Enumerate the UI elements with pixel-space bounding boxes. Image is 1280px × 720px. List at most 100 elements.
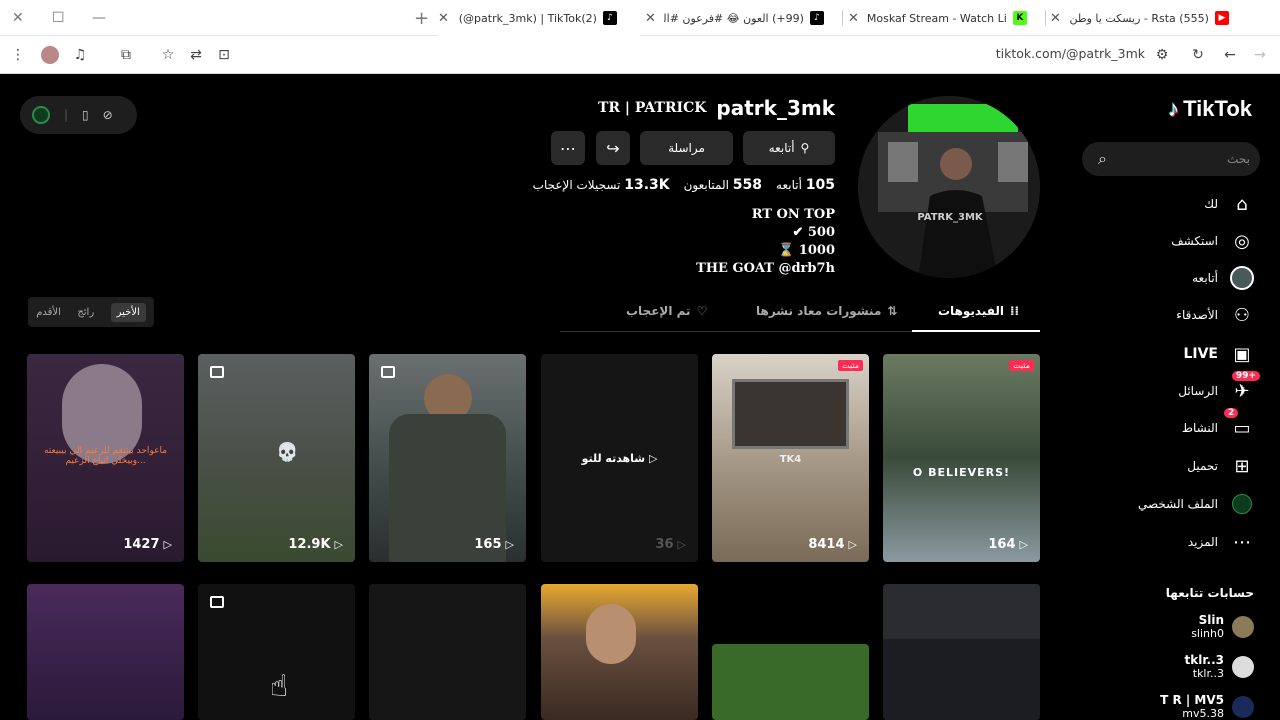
tab-tiktok-profile[interactable]: ✕ TR | PATRICK (@patrk_3mk) | TikTok(2) … bbox=[438, 0, 640, 36]
url-field[interactable]: tiktok.com/@patrk_3mk bbox=[996, 46, 1145, 61]
nav-upload[interactable]: تحميل ⊞ bbox=[1187, 454, 1254, 478]
nav-friends[interactable]: الأصدقاء ⚇ bbox=[1176, 303, 1254, 327]
kick-favicon-icon: K bbox=[1012, 11, 1027, 25]
more-options-icon[interactable]: ⋯ bbox=[551, 131, 585, 165]
profile-name: TR | PATRICK patrk_3mk bbox=[598, 96, 835, 120]
heart-icon: ♡ bbox=[696, 304, 708, 318]
following-button[interactable]: أتابعه ⚲ bbox=[743, 131, 835, 165]
sidebar: ♪ TikTok ⌕ بحث لك ⌂ استكشف ◎ أتابعه الأص… bbox=[1080, 74, 1280, 720]
profile-tabs: تم الإعجاب ♡ منشورات معاد نشرها ⇅ الفيدي… bbox=[560, 300, 1040, 332]
messages-badge: 99+ bbox=[1231, 371, 1260, 381]
device-controls: | ▯ ⊘ bbox=[20, 96, 137, 134]
avatar bbox=[1232, 696, 1254, 718]
play-icon: ▷ bbox=[677, 538, 686, 551]
translate-icon[interactable]: ⇄ bbox=[186, 45, 206, 65]
nav-explore[interactable]: استكشف ◎ bbox=[1171, 229, 1254, 253]
nav-live[interactable]: LIVE ▣ bbox=[1183, 342, 1254, 366]
nav-following[interactable]: أتابعه bbox=[1192, 266, 1254, 290]
photo-icon bbox=[381, 366, 395, 378]
video-card[interactable]: ☝ bbox=[198, 584, 355, 720]
photo-icon bbox=[210, 596, 224, 608]
close-tab-icon[interactable]: ✕ bbox=[438, 11, 449, 26]
tab-tiktok-video[interactable]: ✕ (99+) العون 😂 #فرعون #العون ♪ bbox=[645, 0, 840, 36]
video-card[interactable]: شاهدته للتو ▷ 36 ▷ bbox=[541, 354, 698, 562]
friends-icon: ⚇ bbox=[1233, 304, 1251, 326]
play-icon: ▷ bbox=[334, 538, 343, 551]
search-icon[interactable]: ⌕ bbox=[1098, 149, 1107, 169]
profile-avatar[interactable]: PATRK_3MK bbox=[858, 96, 1040, 278]
tab-reposts[interactable]: منشورات معاد نشرها ⇅ bbox=[756, 304, 897, 318]
video-card[interactable] bbox=[883, 584, 1040, 720]
video-card[interactable] bbox=[27, 584, 184, 720]
nav-messages[interactable]: الرسائل ✈ 99+ bbox=[1178, 371, 1260, 403]
view-count: 164 ▷ bbox=[988, 537, 1028, 552]
close-tab-icon[interactable]: ✕ bbox=[645, 11, 656, 26]
play-icon: ▷ bbox=[848, 538, 857, 551]
nav-for-you[interactable]: لك ⌂ bbox=[1204, 192, 1254, 216]
compass-icon[interactable]: ⊘ bbox=[103, 108, 113, 122]
reload-icon[interactable]: ↻ bbox=[1188, 45, 1208, 65]
sort-latest[interactable]: الأخير bbox=[110, 302, 146, 322]
video-card[interactable]: 165 ▷ bbox=[369, 354, 526, 562]
video-card[interactable]: مثبت TK4 8414 ▷ bbox=[712, 354, 869, 562]
live-icon: ▣ bbox=[1233, 343, 1251, 365]
likes-count: 13.3K تسجيلات الإعجاب bbox=[532, 177, 670, 193]
tab-videos[interactable]: الفيديوهات ⁞⁞ bbox=[938, 304, 1019, 318]
view-count: 12.9K ▷ bbox=[288, 537, 343, 552]
nav-profile[interactable]: الملف الشخصي bbox=[1138, 492, 1254, 516]
grid-icon: ⁞⁞ bbox=[1010, 304, 1020, 318]
followers-count[interactable]: 558 المتابعون bbox=[684, 177, 762, 193]
view-count: 36 ▷ bbox=[655, 537, 686, 552]
bookmark-star-icon[interactable]: ☆ bbox=[158, 45, 178, 65]
menu-dots-icon[interactable]: ⋮ bbox=[8, 45, 28, 65]
compass-icon: ◎ bbox=[1234, 230, 1250, 252]
close-window-icon[interactable]: ✕ bbox=[12, 0, 24, 36]
following-count[interactable]: 105 أتابعه bbox=[776, 177, 835, 193]
back-arrow-icon[interactable]: ← bbox=[1220, 45, 1240, 65]
search-input[interactable]: ⌕ بحث bbox=[1082, 142, 1260, 176]
install-app-icon[interactable]: ⊡ bbox=[214, 45, 234, 65]
close-tab-icon[interactable]: ✕ bbox=[1050, 11, 1061, 26]
video-card[interactable] bbox=[369, 584, 526, 720]
profile-avatar-icon[interactable] bbox=[40, 45, 60, 65]
forward-arrow-icon[interactable]: → bbox=[1250, 45, 1270, 65]
video-card[interactable]: 💀 12.9K ▷ bbox=[198, 354, 355, 562]
sort-oldest[interactable]: الأقدم bbox=[36, 307, 61, 318]
hand-icon: ☝ bbox=[270, 669, 289, 704]
username: patrk_3mk bbox=[716, 96, 835, 120]
video-card[interactable]: مثبت O BELIEVERS! 164 ▷ bbox=[883, 354, 1040, 562]
site-settings-icon[interactable]: ⚙ bbox=[1152, 45, 1172, 65]
tiktok-logo[interactable]: ♪ TikTok bbox=[1168, 96, 1252, 122]
share-icon[interactable]: ↪ bbox=[596, 131, 630, 165]
pinned-badge: مثبت bbox=[1009, 360, 1034, 371]
sort-popular[interactable]: رائج bbox=[77, 307, 94, 318]
tab-youtube[interactable]: ✕ (555) Rsta - ريسكت يا وطن | Pr ▶ bbox=[1050, 0, 1245, 36]
video-card[interactable]: ماعواحد بينتقم للزعيم الي بيبيعته وبيخلي… bbox=[27, 354, 184, 562]
close-tab-icon[interactable]: ✕ bbox=[848, 11, 859, 26]
video-card[interactable] bbox=[541, 584, 698, 720]
video-card[interactable] bbox=[712, 644, 869, 720]
skull-icon: 💀 bbox=[276, 442, 299, 463]
extensions-icon[interactable]: ⧉ bbox=[116, 45, 136, 65]
phone-icon[interactable]: ▯ bbox=[82, 108, 89, 122]
new-tab-icon[interactable]: + bbox=[414, 0, 429, 36]
following-account[interactable]: tklr..3 tklr..3 bbox=[1184, 654, 1254, 680]
home-icon: ⌂ bbox=[1236, 193, 1248, 215]
nav-activity[interactable]: النشاط ▭ 2 bbox=[1182, 408, 1254, 440]
following-account[interactable]: Slin slinh0 bbox=[1191, 614, 1254, 640]
tiktok-favicon-icon: ♪ bbox=[602, 11, 617, 25]
maximize-window-icon[interactable]: ☐ bbox=[52, 0, 65, 36]
nickname: TR | PATRICK bbox=[597, 100, 707, 116]
tab-liked[interactable]: تم الإعجاب ♡ bbox=[626, 304, 707, 318]
tab-kick-stream[interactable]: ✕ Moskaf Stream - Watch Live on K bbox=[848, 0, 1043, 36]
avatar bbox=[1232, 616, 1254, 638]
nav-more[interactable]: المزيد ⋯ bbox=[1188, 530, 1254, 554]
minimize-window-icon[interactable]: — bbox=[92, 0, 106, 36]
message-button[interactable]: مراسلة bbox=[640, 131, 733, 165]
view-count: 165 ▷ bbox=[474, 537, 514, 552]
profile-bio: RT ON TOP ✔ 500 ⌛ 1000 THE GOAT @drb7h bbox=[696, 207, 835, 276]
media-control-icon[interactable]: ♫ bbox=[70, 45, 90, 65]
sort-control: الأقدم رائج الأخير bbox=[28, 297, 154, 327]
following-account[interactable]: T R | MV5 mv5.38 bbox=[1160, 694, 1254, 720]
avatar[interactable] bbox=[32, 106, 50, 124]
